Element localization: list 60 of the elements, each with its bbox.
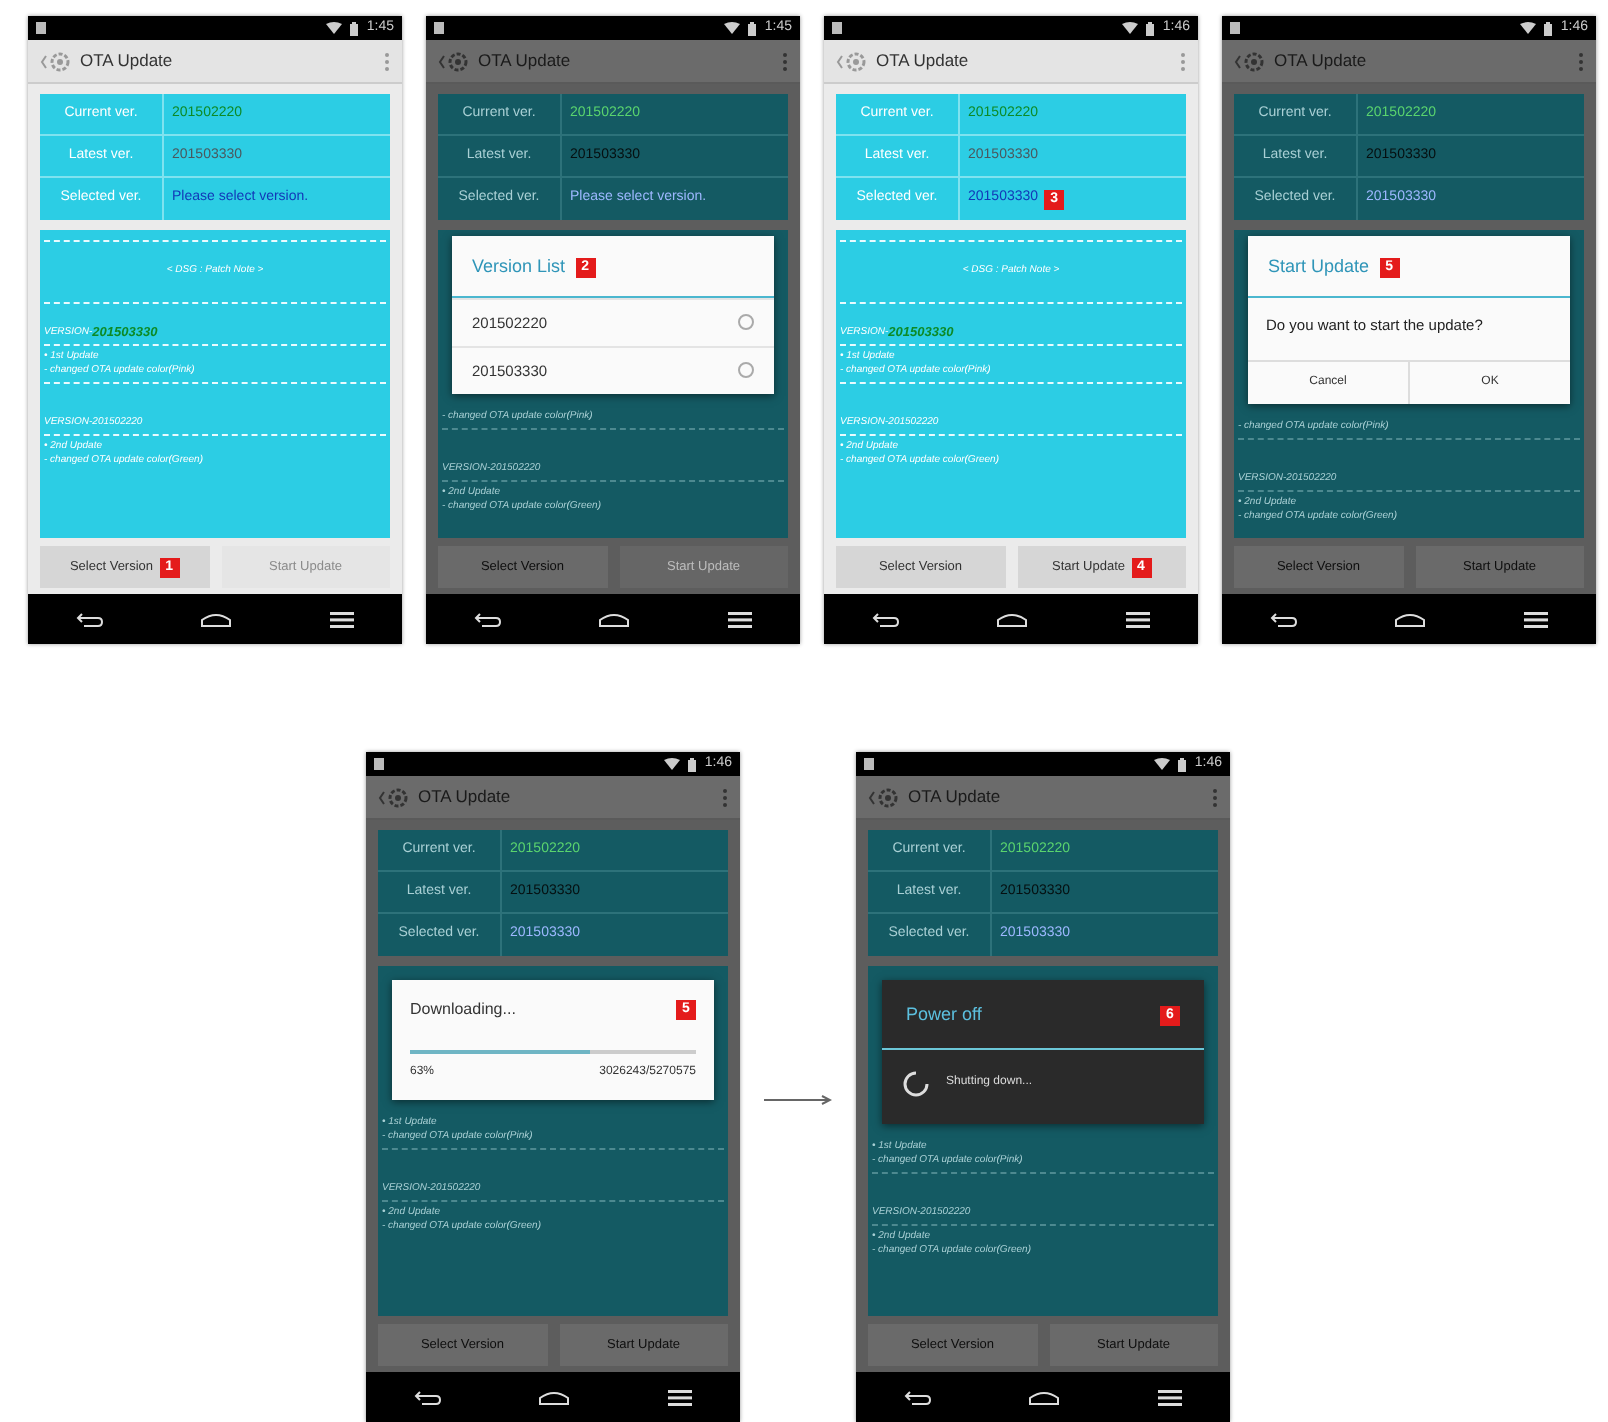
overflow-menu-icon[interactable] xyxy=(782,51,788,71)
gear-icon xyxy=(40,49,72,73)
home-icon[interactable] xyxy=(1394,611,1427,627)
wifi-icon xyxy=(1154,758,1171,770)
back-icon[interactable] xyxy=(76,611,105,627)
wifi-icon xyxy=(1520,22,1537,34)
overflow-menu-icon[interactable] xyxy=(1212,787,1218,807)
back-icon[interactable] xyxy=(474,611,503,627)
gear-icon xyxy=(378,785,410,809)
back-icon[interactable] xyxy=(1270,611,1299,627)
menu-icon[interactable] xyxy=(1523,611,1548,627)
overflow-menu-icon[interactable] xyxy=(722,787,728,807)
app-title: OTA Update xyxy=(80,48,175,74)
wifi-icon xyxy=(1122,22,1139,34)
home-icon[interactable] xyxy=(1028,1389,1061,1405)
menu-icon[interactable] xyxy=(1125,611,1150,627)
app-title: OTA Update xyxy=(478,48,573,74)
radio-button[interactable] xyxy=(738,362,754,379)
gear-icon xyxy=(868,785,900,809)
back-icon[interactable] xyxy=(904,1389,933,1405)
battery-icon xyxy=(1178,757,1187,771)
home-icon[interactable] xyxy=(996,611,1029,627)
menu-icon[interactable] xyxy=(727,611,752,627)
battery-icon xyxy=(688,757,697,771)
battery-icon xyxy=(748,21,757,35)
spinner-icon xyxy=(902,1069,930,1097)
back-icon[interactable] xyxy=(872,611,901,627)
dialog-title: Version List xyxy=(472,254,566,280)
wifi-icon xyxy=(664,758,681,770)
home-icon[interactable] xyxy=(200,611,233,627)
home-icon[interactable] xyxy=(538,1389,571,1405)
overflow-menu-icon[interactable] xyxy=(1578,51,1584,71)
radio-button[interactable] xyxy=(738,314,754,331)
menu-icon[interactable] xyxy=(329,611,354,627)
notification-icon xyxy=(36,22,46,34)
home-icon[interactable] xyxy=(598,611,631,627)
back-icon[interactable] xyxy=(414,1389,443,1405)
gear-icon xyxy=(438,49,470,73)
notification-icon xyxy=(1230,22,1240,34)
battery-icon xyxy=(1544,21,1553,35)
dialog-title: Downloading... xyxy=(410,998,516,1022)
app-title: OTA Update xyxy=(1274,48,1369,74)
notification-icon xyxy=(832,22,842,34)
app-title: OTA Update xyxy=(908,784,1003,810)
gear-icon xyxy=(1234,49,1266,73)
gear-icon xyxy=(836,49,868,73)
wifi-icon xyxy=(724,22,741,34)
notification-icon xyxy=(864,758,874,770)
app-title: OTA Update xyxy=(876,48,971,74)
arrow-icon xyxy=(764,1093,832,1105)
battery-icon xyxy=(350,21,359,35)
dialog-title: Power off xyxy=(906,1002,982,1028)
notification-icon xyxy=(434,22,444,34)
app-title: OTA Update xyxy=(418,784,513,810)
dialog-title: Start Update xyxy=(1268,254,1370,280)
menu-icon[interactable] xyxy=(1157,1389,1182,1405)
notification-icon xyxy=(374,758,384,770)
battery-icon xyxy=(1146,21,1155,35)
wifi-icon xyxy=(326,22,343,34)
menu-icon[interactable] xyxy=(667,1389,692,1405)
